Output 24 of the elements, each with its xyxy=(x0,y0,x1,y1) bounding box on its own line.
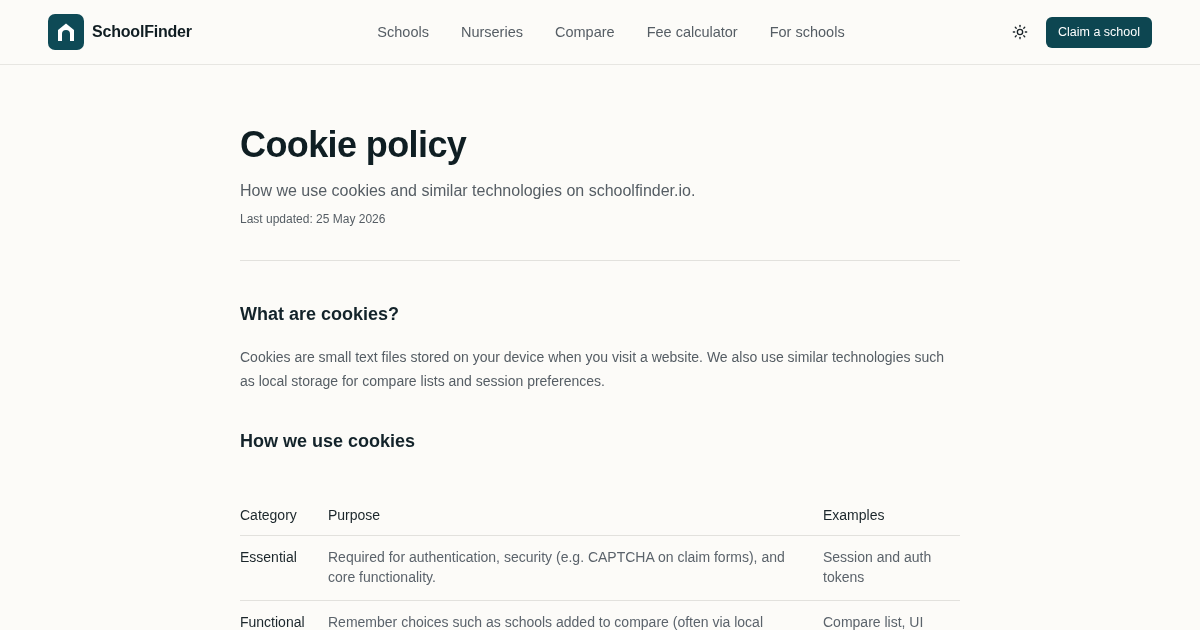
sun-icon[interactable] xyxy=(1012,24,1028,40)
nav-link[interactable]: For schools xyxy=(769,24,845,40)
column-header: Examples xyxy=(823,507,885,523)
section-paragraph: Cookies are small text files stored on your device when you visit a website. We also use similar technologies such as local storage for compare lists and session preferences. xyxy=(240,348,945,391)
last-updated: Last updated: 25 May 2026 xyxy=(240,211,387,228)
table-cell: Remember choices such as schools added to compare (often via local xyxy=(328,614,763,630)
section-heading: How we use cookies xyxy=(240,430,417,453)
table-cell: Essential xyxy=(240,549,297,565)
section-heading: What are cookies? xyxy=(240,303,401,326)
page-title: Cookie policy xyxy=(240,123,468,167)
table-cell: Required for authentication, security (e.g. CAPTCHA on claim forms), and core functionality. xyxy=(328,549,785,585)
table-cell: Functional xyxy=(240,614,305,630)
column-header: Purpose xyxy=(328,507,381,523)
nav-link[interactable]: Schools xyxy=(377,24,429,40)
table-cell: Compare list, UI xyxy=(823,614,924,630)
column-header: Category xyxy=(240,507,297,523)
house-logo-icon xyxy=(48,14,84,50)
claim-button[interactable]: Claim a school xyxy=(1046,16,1152,48)
nav-link[interactable]: Compare xyxy=(555,24,615,40)
nav-link[interactable]: Nurseries xyxy=(460,24,523,40)
table-cell: Session and auth tokens xyxy=(823,549,932,585)
page-subtitle: How we use cookies and similar technologies on schoolfinder.io. xyxy=(240,181,697,201)
brand-name[interactable]: SchoolFinder xyxy=(92,23,192,41)
nav-link[interactable]: Fee calculator xyxy=(646,24,738,40)
